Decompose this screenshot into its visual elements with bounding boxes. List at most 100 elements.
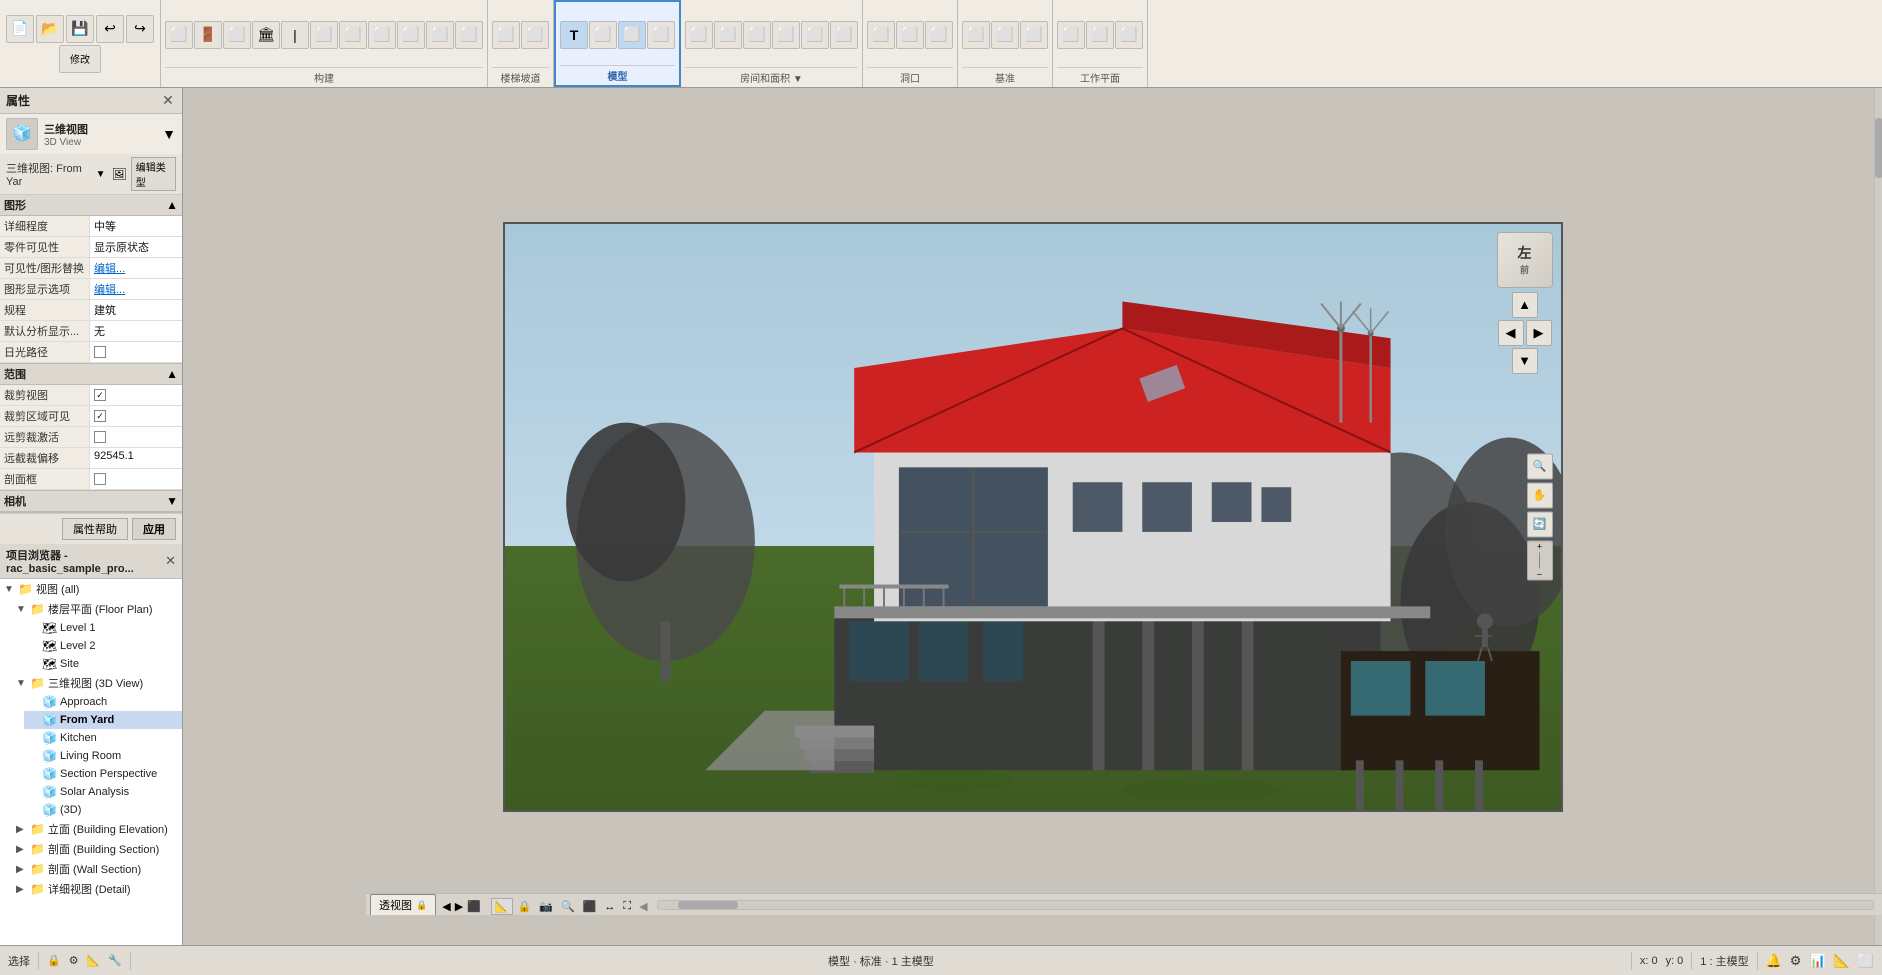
- view-icon4[interactable]: 🔍: [558, 899, 578, 914]
- tab-right-icon[interactable]: ▶: [455, 900, 463, 913]
- nav-cube[interactable]: 左 前: [1497, 232, 1553, 288]
- nav-right-button[interactable]: ▶: [1526, 320, 1552, 346]
- view-dropdown-icon[interactable]: ▼: [162, 126, 176, 142]
- tree-solar-analysis[interactable]: 🧊 Solar Analysis: [24, 783, 182, 801]
- opening1-button[interactable]: ⬜: [867, 21, 895, 49]
- floor-button[interactable]: ⬜: [310, 21, 338, 49]
- main-scrollbar-v[interactable]: [1874, 88, 1882, 945]
- room-tag-button[interactable]: ⬜: [743, 21, 771, 49]
- component-button[interactable]: 🏛: [252, 21, 280, 49]
- nav-left-button[interactable]: ◀: [1498, 320, 1524, 346]
- model-group-button[interactable]: ⬜: [618, 21, 646, 49]
- tab-left-icon[interactable]: ◀: [442, 900, 450, 913]
- tree-level2[interactable]: 🗺 Level 2: [24, 637, 182, 655]
- modify-button[interactable]: 修改: [59, 45, 101, 73]
- tree-building-section[interactable]: ▶ 📁 剖面 (Building Section): [12, 839, 182, 859]
- prop-vg-overrides-value[interactable]: 编辑...: [90, 258, 182, 278]
- status-icon2[interactable]: ⚙: [69, 954, 79, 967]
- prop-far-clip-checkbox[interactable]: [94, 431, 106, 443]
- pan-tool-button[interactable]: ✋: [1527, 482, 1553, 508]
- status-right-icon4[interactable]: 📐: [1834, 953, 1850, 969]
- status-icon1[interactable]: 🔒: [47, 954, 61, 967]
- tree-living-room[interactable]: 🧊 Living Room: [24, 747, 182, 765]
- area-tag-button[interactable]: ⬜: [830, 21, 858, 49]
- window-button[interactable]: ⬜: [223, 21, 251, 49]
- tab-expand-icon[interactable]: ⬛: [467, 900, 481, 913]
- grid-button[interactable]: ⬜: [991, 21, 1019, 49]
- set-workplane-button[interactable]: ⬜: [1057, 21, 1085, 49]
- view-icon6[interactable]: ↔: [601, 900, 618, 914]
- redo-button[interactable]: ↪: [126, 15, 154, 43]
- column-button[interactable]: |: [281, 21, 309, 49]
- roof-button[interactable]: ⬜: [368, 21, 396, 49]
- view-icon7[interactable]: ⛶: [620, 899, 634, 914]
- view-icon3[interactable]: 📷: [536, 899, 556, 914]
- ref-plane-button[interactable]: ⬜: [1020, 21, 1048, 49]
- area-boundary-button[interactable]: ⬜: [801, 21, 829, 49]
- tree-from-yard[interactable]: 🧊 From Yard: [24, 711, 182, 729]
- status-right-icon3[interactable]: 📊: [1809, 953, 1825, 969]
- save-button[interactable]: 💾: [66, 15, 94, 43]
- project-browser-close-button[interactable]: ✕: [165, 553, 176, 569]
- tree-approach[interactable]: 🧊 Approach: [24, 693, 182, 711]
- viewport-hscroll[interactable]: [657, 900, 1874, 910]
- stair-button[interactable]: ⬜: [492, 21, 520, 49]
- status-right-icon5[interactable]: ⬜: [1858, 953, 1874, 969]
- status-icon3[interactable]: 📐: [87, 954, 101, 967]
- view-icon2[interactable]: 🔒: [515, 899, 535, 914]
- properties-close-button[interactable]: ✕: [160, 93, 176, 109]
- ceiling-button[interactable]: ⬜: [339, 21, 367, 49]
- prop-section-box-value[interactable]: [90, 469, 182, 489]
- view-perspective-icon[interactable]: 📐: [491, 898, 513, 915]
- curtain-wall-button[interactable]: ⬜: [397, 21, 425, 49]
- prop-sun-path-value[interactable]: [90, 342, 182, 362]
- camera-section-header[interactable]: 相机 ▼: [0, 491, 182, 512]
- prop-discipline-value[interactable]: 建筑: [90, 300, 182, 320]
- room-button[interactable]: ⬜: [685, 21, 713, 49]
- prop-section-box-checkbox[interactable]: [94, 473, 106, 485]
- prop-analysis-display-value[interactable]: 无: [90, 321, 182, 341]
- open-button[interactable]: 📂: [36, 15, 64, 43]
- tree-detail[interactable]: ▶ 📁 详细视图 (Detail): [12, 879, 182, 899]
- tab-perspective[interactable]: 透视图 🔒: [370, 894, 436, 915]
- edit-type-button[interactable]: 编辑类型: [131, 157, 176, 191]
- viewport-hscroll-thumb[interactable]: [678, 901, 738, 909]
- tree-site[interactable]: 🗺 Site: [24, 655, 182, 673]
- tree-3d-default[interactable]: 🧊 (3D): [24, 801, 182, 819]
- tree-3d-view[interactable]: ▼ 📁 三维视图 (3D View): [12, 673, 182, 693]
- properties-help-button[interactable]: 属性帮助: [62, 518, 128, 540]
- prop-crop-view-checkbox[interactable]: [94, 389, 106, 401]
- model-line-button[interactable]: ⬜: [589, 21, 617, 49]
- room-separator-button[interactable]: ⬜: [714, 21, 742, 49]
- viewport-frame[interactable]: 左 前 ▲ ◀ ▶ ▼ 🔍 ✋ 🔄 +−: [503, 222, 1563, 812]
- prop-crop-region-visible-checkbox[interactable]: [94, 410, 106, 422]
- nav-up-button[interactable]: ▲: [1512, 292, 1538, 318]
- status-icon4[interactable]: 🔧: [108, 954, 122, 967]
- model-text-button[interactable]: T: [560, 21, 588, 49]
- zoom-tool-button[interactable]: 🔍: [1527, 453, 1553, 479]
- detail-group-button[interactable]: ⬜: [647, 21, 675, 49]
- prop-sun-path-checkbox[interactable]: [94, 346, 106, 358]
- wall-button[interactable]: ⬜: [165, 21, 193, 49]
- prop-far-clip-value[interactable]: [90, 427, 182, 447]
- mullion-button[interactable]: ⬜: [455, 21, 483, 49]
- new-button[interactable]: 📄: [6, 15, 34, 43]
- tree-section-perspective[interactable]: 🧊 Section Perspective: [24, 765, 182, 783]
- tree-level1[interactable]: 🗺 Level 1: [24, 619, 182, 637]
- undo-button[interactable]: ↩: [96, 15, 124, 43]
- range-section-header[interactable]: 范围 ▲: [0, 364, 182, 385]
- tree-wall-section[interactable]: ▶ 📁 剖面 (Wall Section): [12, 859, 182, 879]
- show-workplane-button[interactable]: ⬜: [1086, 21, 1114, 49]
- status-right-icon1[interactable]: 🔔: [1766, 953, 1782, 969]
- tree-kitchen[interactable]: 🧊 Kitchen: [24, 729, 182, 747]
- orbit-tool-button[interactable]: 🔄: [1527, 511, 1553, 537]
- opening3-button[interactable]: ⬜: [925, 21, 953, 49]
- tree-views-all[interactable]: ▼ 📁 视图 (all): [0, 579, 182, 599]
- view-selector-dropdown-icon[interactable]: ▼: [96, 169, 106, 180]
- graphics-section-header[interactable]: 图形 ▲: [0, 195, 182, 216]
- curtain-grid-button[interactable]: ⬜: [426, 21, 454, 49]
- prop-parts-visibility-value[interactable]: 显示原状态: [90, 237, 182, 257]
- tree-building-elevation[interactable]: ▶ 📁 立面 (Building Elevation): [12, 819, 182, 839]
- prop-crop-region-visible-value[interactable]: [90, 406, 182, 426]
- viewer-workplane-button[interactable]: ⬜: [1115, 21, 1143, 49]
